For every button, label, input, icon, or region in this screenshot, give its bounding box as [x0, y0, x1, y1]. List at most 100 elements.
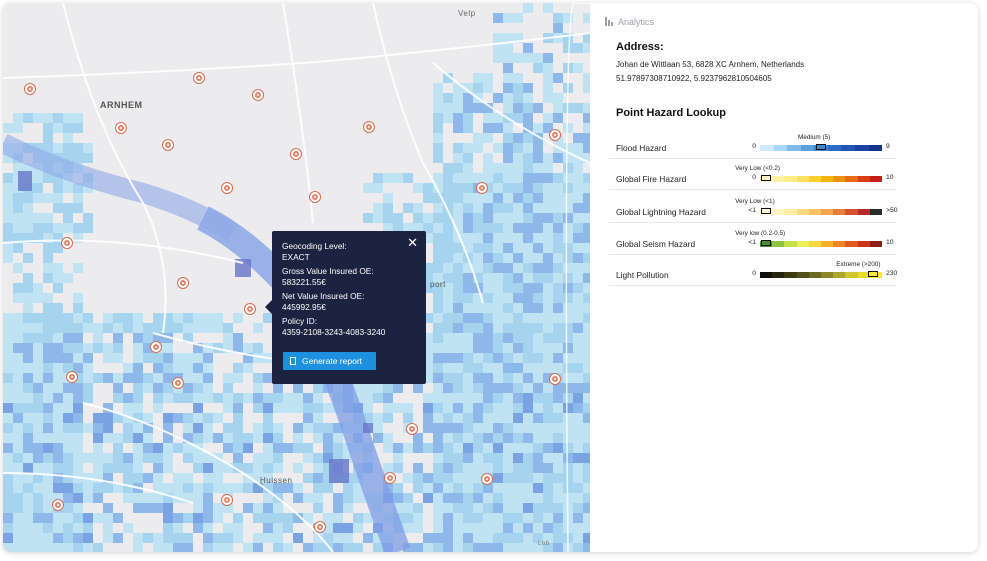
- hazard-tile: [523, 243, 533, 253]
- policy-id-value: 4359-2108-3243-4083-3240: [282, 326, 386, 337]
- policy-marker[interactable]: [482, 474, 492, 484]
- hazard-tile: [553, 353, 563, 363]
- hazard-tile: [453, 473, 463, 483]
- hazard-tile: [453, 283, 463, 293]
- hazard-tile: [433, 383, 443, 393]
- hazard-tile: [73, 153, 83, 163]
- hazard-hotspot: [18, 171, 32, 191]
- policy-marker[interactable]: [222, 495, 232, 505]
- hazard-tile: [193, 483, 203, 493]
- hazard-tile: [33, 213, 43, 223]
- hazard-tile: [313, 453, 323, 463]
- hazard-tile: [513, 233, 523, 243]
- hazard-tile: [583, 193, 590, 203]
- hazard-tile: [63, 333, 73, 343]
- hazard-tile: [63, 273, 73, 283]
- policy-marker[interactable]: [385, 473, 395, 483]
- policy-marker[interactable]: [194, 73, 204, 83]
- hazard-tile: [3, 363, 13, 373]
- hazard-tile: [463, 513, 473, 523]
- policy-marker[interactable]: [116, 123, 126, 133]
- policy-marker[interactable]: [550, 130, 560, 140]
- hazard-tile: [553, 493, 563, 503]
- scale-segment: [808, 209, 822, 215]
- hazard-tile: [493, 543, 503, 552]
- analytics-panel: Analytics Address: Johan de Wittlaan 53,…: [590, 3, 978, 552]
- scale-segment: [800, 145, 815, 151]
- generate-report-button[interactable]: Generate report: [283, 352, 376, 370]
- policy-marker[interactable]: [163, 140, 173, 150]
- hazard-tile: [403, 493, 413, 503]
- scale-segment: [760, 145, 774, 151]
- address-coordinates: 51.97897308710922, 5.9237962810504605: [616, 74, 772, 83]
- policy-marker[interactable]: [310, 192, 320, 202]
- hazard-tile: [103, 453, 113, 463]
- hazard-tile: [43, 493, 53, 503]
- hazard-tile: [433, 513, 443, 523]
- policy-marker[interactable]: [364, 122, 374, 132]
- gross-value-label: Gross Value Insured OE:: [282, 266, 374, 276]
- hazard-tile: [513, 243, 523, 253]
- policy-marker[interactable]: [62, 238, 72, 248]
- policy-marker[interactable]: [151, 342, 161, 352]
- hazard-tile: [203, 543, 213, 552]
- hazard-tile: [453, 343, 463, 353]
- policy-marker[interactable]: [67, 372, 77, 382]
- hazard-tile: [513, 493, 523, 503]
- hazard-tile: [503, 303, 513, 313]
- hazard-tile: [563, 343, 573, 353]
- policy-marker[interactable]: [25, 84, 35, 94]
- policy-marker[interactable]: [477, 183, 487, 193]
- hazard-tile: [263, 533, 273, 543]
- policy-marker[interactable]: [407, 424, 417, 434]
- hazard-tile: [483, 273, 493, 283]
- policy-marker[interactable]: [550, 374, 560, 384]
- hazard-tile: [503, 223, 513, 233]
- hazard-tile: [23, 343, 33, 353]
- hazard-tile: [63, 433, 73, 443]
- hazard-tile: [583, 383, 590, 393]
- hazard-tile: [263, 393, 273, 403]
- policy-marker[interactable]: [245, 304, 255, 314]
- close-icon[interactable]: ✕: [407, 236, 418, 249]
- hazard-tile: [193, 323, 203, 333]
- hazard-tile: [103, 323, 113, 333]
- hazard-tile: [433, 303, 443, 313]
- policy-marker[interactable]: [173, 378, 183, 388]
- hazard-max: 230: [886, 270, 898, 277]
- hazard-tile: [553, 453, 563, 463]
- hazard-tile: [13, 243, 23, 253]
- policy-marker[interactable]: [222, 183, 232, 193]
- hazard-tile: [23, 193, 33, 203]
- hazard-tile: [213, 393, 223, 403]
- hazard-tile: [493, 493, 503, 503]
- hazard-tile: [23, 403, 33, 413]
- policy-marker[interactable]: [291, 149, 301, 159]
- policy-marker[interactable]: [315, 522, 325, 532]
- hazard-map[interactable]: ARNHEM Velp port Huissen Lob ✕ Geocoding…: [3, 3, 590, 552]
- hazard-tile: [23, 293, 33, 303]
- hazard-tile: [463, 403, 473, 413]
- hazard-tile: [183, 483, 193, 493]
- hazard-tile: [33, 353, 43, 363]
- hazard-tile: [43, 293, 53, 303]
- hazard-tile: [433, 423, 443, 433]
- hazard-tile: [543, 383, 553, 393]
- hazard-tile: [293, 383, 303, 393]
- analytics-tab[interactable]: Analytics: [605, 17, 654, 27]
- hazard-tile: [43, 333, 53, 343]
- hazard-tile: [33, 523, 43, 533]
- hazard-tile: [543, 163, 553, 173]
- policy-marker[interactable]: [253, 90, 263, 100]
- hazard-tile: [463, 383, 473, 393]
- hazard-tile: [443, 343, 453, 353]
- hazard-tile: [43, 123, 53, 133]
- hazard-tile: [73, 493, 83, 503]
- hazard-tile: [463, 393, 473, 403]
- policy-marker[interactable]: [178, 278, 188, 288]
- hazard-tile: [583, 543, 590, 552]
- hazard-tile: [463, 443, 473, 453]
- hazard-tile: [333, 543, 343, 552]
- policy-marker[interactable]: [53, 500, 63, 510]
- hazard-tile: [293, 493, 303, 503]
